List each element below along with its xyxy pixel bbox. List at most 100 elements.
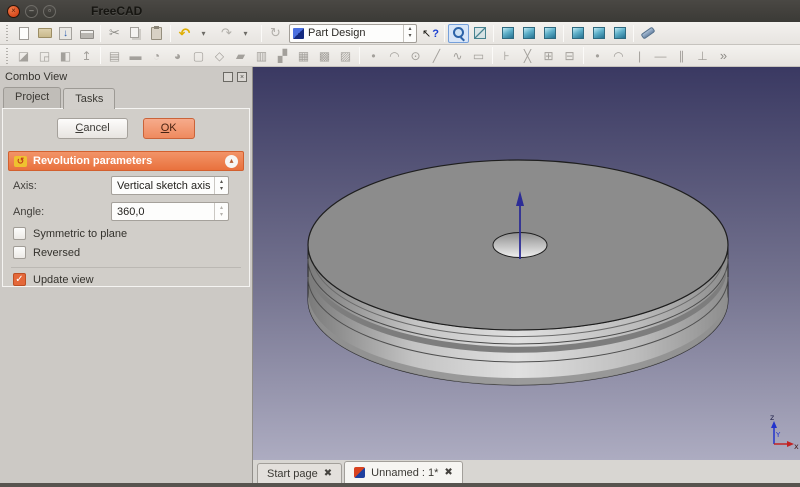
undo-dropdown-button[interactable]: ▾ <box>195 24 216 43</box>
view-front-button[interactable] <box>497 24 518 43</box>
constraint-coincident-button[interactable]: • <box>587 46 608 65</box>
tab-project[interactable]: Project <box>3 87 61 108</box>
fillet-button[interactable]: ▢ <box>188 46 209 65</box>
collapse-section-icon[interactable]: ▴ <box>225 155 238 168</box>
revolution-icon: ↺ <box>14 156 27 167</box>
create-point-button[interactable]: • <box>363 46 384 65</box>
view-bottom-icon <box>593 27 605 39</box>
create-rectangle-button[interactable]: ▭ <box>468 46 489 65</box>
create-line-button[interactable]: ╱ <box>426 46 447 65</box>
reversed-checkbox[interactable] <box>13 246 26 259</box>
sketch-new-button[interactable]: ◪ <box>13 46 34 65</box>
symmetric-to-plane-checkbox[interactable] <box>13 227 26 240</box>
axis-select[interactable]: Vertical sketch axis ▴▾ <box>111 176 229 195</box>
cut-button[interactable]: ✂ <box>104 24 125 43</box>
save-file-button[interactable]: ↓ <box>55 24 76 43</box>
trim-edge-button[interactable]: ╳ <box>517 46 538 65</box>
open-file-button[interactable] <box>34 24 55 43</box>
constraint-horizontal-button[interactable]: — <box>650 46 671 65</box>
draft-button[interactable]: ▰ <box>230 46 251 65</box>
chamfer-button[interactable]: ◇ <box>209 46 230 65</box>
window-minimize-button[interactable]: – <box>25 5 38 18</box>
paste-button[interactable] <box>146 24 167 43</box>
groove-button[interactable]: ◕ <box>167 46 188 65</box>
angle-input[interactable]: 360,0 ▴▾ <box>111 202 229 221</box>
revolved-solid[interactable] <box>308 160 728 385</box>
reversed-label: Reversed <box>33 247 80 259</box>
axis-select-spinner[interactable]: ▴▾ <box>214 177 228 194</box>
pad-button[interactable]: ▤ <box>104 46 125 65</box>
constraint-perpendicular-button[interactable]: ⊥ <box>692 46 713 65</box>
workbench-selector[interactable]: Part Design ▴▾ <box>289 24 417 43</box>
pattern-mirrored-button[interactable]: ▞ <box>272 46 293 65</box>
view-left-button[interactable] <box>609 24 630 43</box>
redo-dropdown-button[interactable]: ▾ <box>237 24 258 43</box>
sketch-leave-button[interactable]: ↥ <box>76 46 97 65</box>
revolution-parameters-header[interactable]: ↺ Revolution parameters ▴ <box>8 151 244 171</box>
print-button[interactable] <box>76 24 97 43</box>
view-top-button[interactable] <box>518 24 539 43</box>
revolution-button[interactable]: ◔ <box>146 46 167 65</box>
update-view-checkbox[interactable]: ✓ <box>13 273 26 286</box>
create-rectangle-icon: ▭ <box>473 49 484 63</box>
pattern-linear-button[interactable]: ▦ <box>293 46 314 65</box>
window-title: FreeCAD <box>91 4 142 18</box>
constraint-coincident-icon: • <box>595 49 599 63</box>
view-axonometric-button[interactable] <box>469 24 490 43</box>
tab-start-page[interactable]: Start page ✖ <box>257 463 342 483</box>
panel-close-icon[interactable]: × <box>237 72 247 82</box>
undo-button[interactable]: ↶ <box>174 24 195 43</box>
titlebar: × – ▫ FreeCAD <box>0 0 800 22</box>
carbon-copy-button[interactable]: ⊟ <box>559 46 580 65</box>
toolbar-grip[interactable] <box>4 25 11 41</box>
tab-tasks[interactable]: Tasks <box>63 88 115 109</box>
sketch-axes-button[interactable]: ⊦ <box>496 46 517 65</box>
window-close-button[interactable]: × <box>7 5 20 18</box>
view-right-button[interactable] <box>539 24 560 43</box>
copy-button[interactable] <box>125 24 146 43</box>
create-circle-button[interactable]: ⊙ <box>405 46 426 65</box>
tab-unnamed-document[interactable]: Unnamed : 1* ✖ <box>344 461 463 483</box>
sketch-map-button[interactable]: ◧ <box>55 46 76 65</box>
carbon-copy-icon: ⊟ <box>564 49 574 63</box>
toolbar-file-group: ↓✂↶▾↷▾↻ <box>2 24 286 43</box>
view-bottom-button[interactable] <box>588 24 609 43</box>
whats-this-button[interactable]: ? <box>420 24 441 43</box>
create-fillet-button[interactable]: ◠ <box>608 46 629 65</box>
pattern-multitransform-button[interactable]: ▨ <box>335 46 356 65</box>
pocket-button[interactable]: ▬ <box>125 46 146 65</box>
view-rear-button[interactable] <box>567 24 588 43</box>
window-maximize-button[interactable]: ▫ <box>43 5 56 18</box>
redo-button[interactable]: ↷ <box>216 24 237 43</box>
axis-label: Axis: <box>13 180 111 192</box>
angle-spinner[interactable]: ▴▾ <box>214 203 228 220</box>
refresh-button[interactable]: ↻ <box>265 24 286 43</box>
close-tab-icon[interactable]: ✖ <box>444 468 452 478</box>
constraint-horizontal-icon: — <box>655 49 667 63</box>
create-arc-button[interactable]: ◠ <box>384 46 405 65</box>
thickness-button[interactable]: ▥ <box>251 46 272 65</box>
close-tab-icon[interactable]: ✖ <box>324 469 332 479</box>
constraint-parallel-button[interactable]: ∥ <box>671 46 692 65</box>
workbench-spinner[interactable]: ▴▾ <box>403 25 416 42</box>
new-file-button[interactable] <box>13 24 34 43</box>
pattern-polar-button[interactable]: ▩ <box>314 46 335 65</box>
toolbar-overflow-button[interactable]: » <box>713 46 734 65</box>
draft-icon: ▰ <box>236 49 245 63</box>
toolbar-separator <box>359 47 360 64</box>
3d-viewport[interactable]: z Y x <box>253 67 800 460</box>
create-polyline-button[interactable]: ∿ <box>447 46 468 65</box>
toolbar2-grip[interactable] <box>4 48 11 64</box>
create-polyline-icon: ∿ <box>452 49 462 63</box>
panel-float-icon[interactable] <box>223 72 233 82</box>
view-fit-all-button[interactable] <box>448 24 469 43</box>
combo-view-panel: Combo View × Project Tasks Cancel OK ↺ R… <box>0 67 253 483</box>
ok-button[interactable]: OK <box>143 118 195 139</box>
constraint-vertical-button[interactable]: | <box>629 46 650 65</box>
external-geometry-button[interactable]: ⊞ <box>538 46 559 65</box>
unnamed-tab-label: Unnamed : 1* <box>371 467 438 479</box>
sketch-edit-button[interactable]: ◲ <box>34 46 55 65</box>
cancel-button[interactable]: Cancel <box>57 118 127 139</box>
measure-distance-button[interactable] <box>637 24 658 43</box>
view-right-icon <box>544 27 556 39</box>
